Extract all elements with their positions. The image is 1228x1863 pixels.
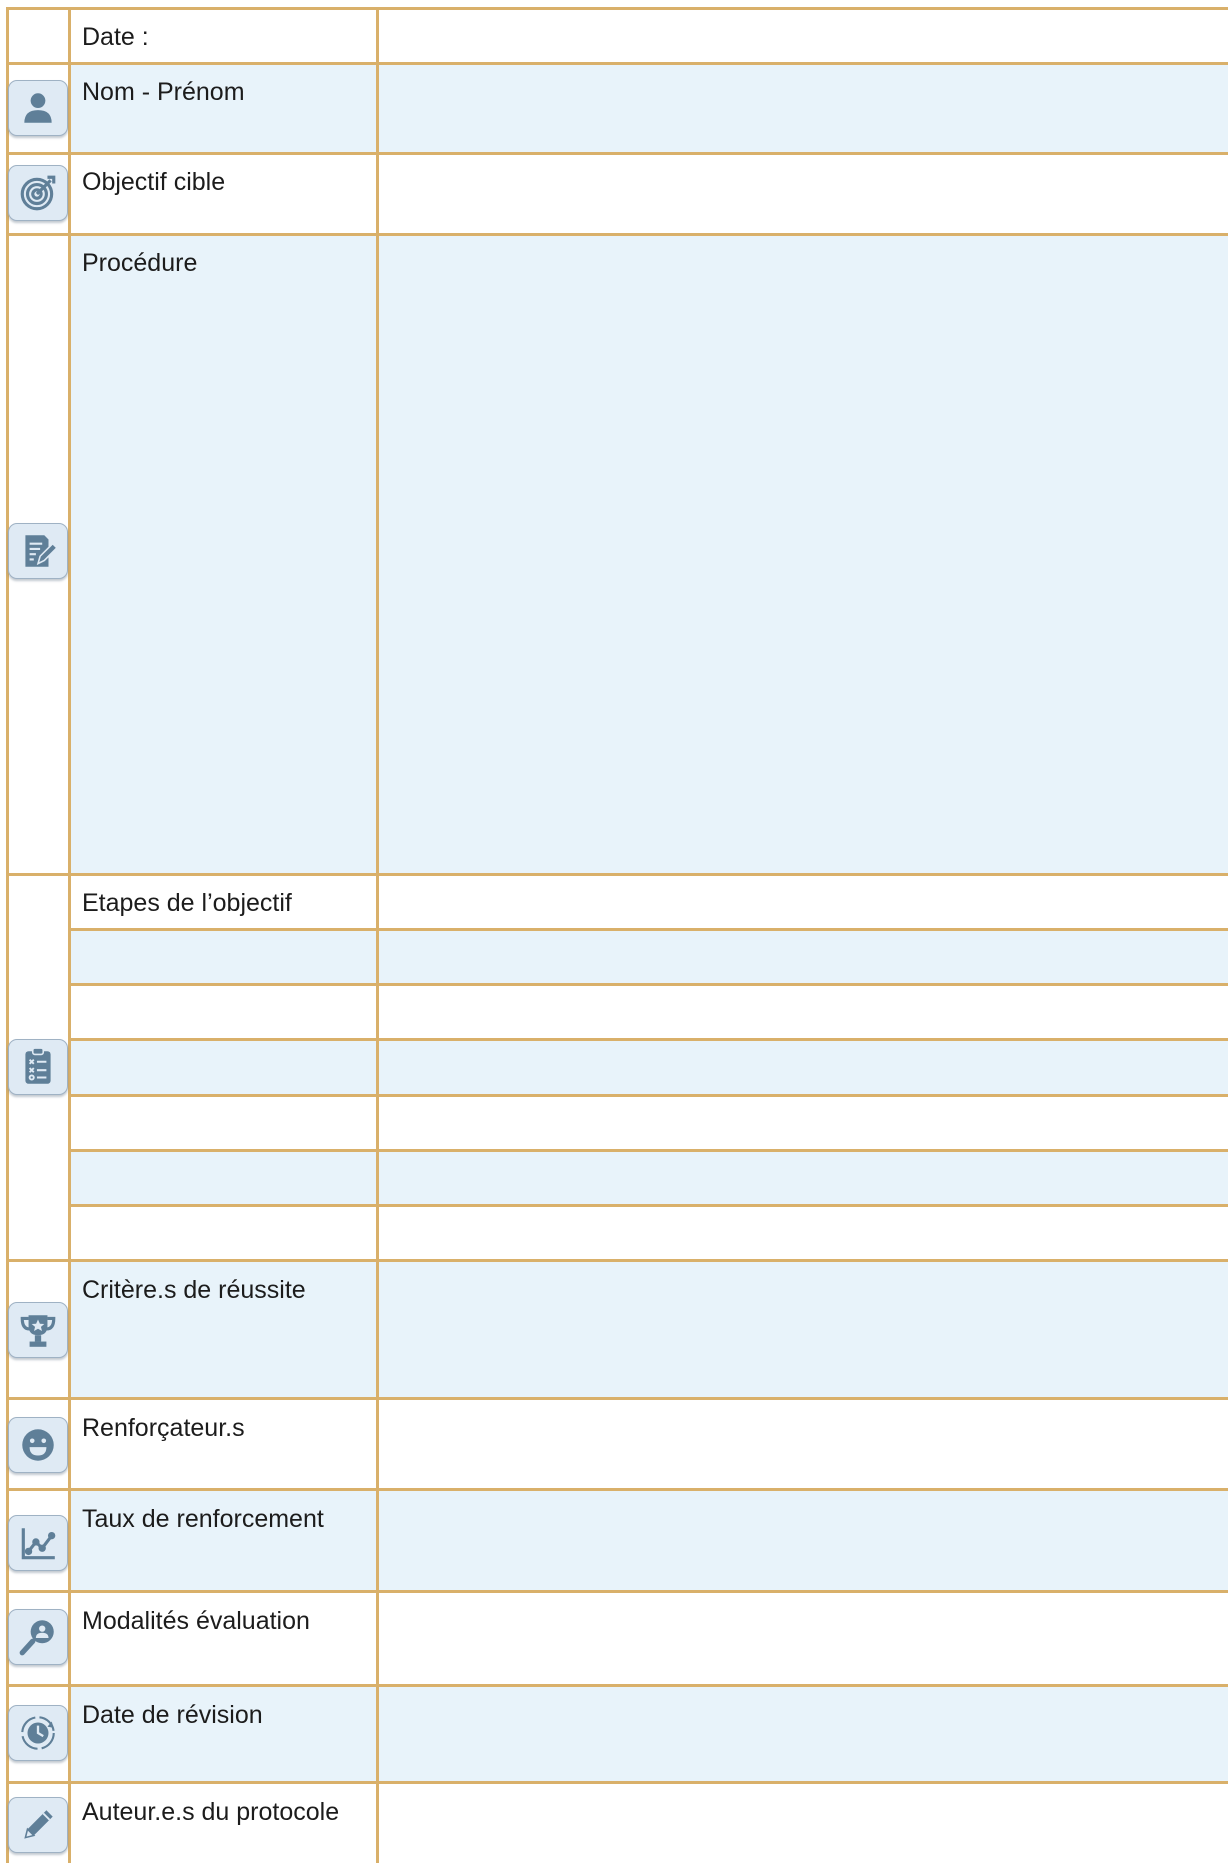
search-person-icon [8, 1609, 68, 1665]
criteres-label: Critère.s de réussite [82, 1276, 306, 1304]
etapes-step-cell[interactable] [71, 931, 1228, 983]
protocol-form: Date : Nom - Prénom Objectif cible Procé… [0, 0, 1228, 1863]
etapes-step-cell[interactable] [71, 1207, 1228, 1259]
date-revision-value-cell[interactable] [379, 1687, 1228, 1781]
procedure-value-cell[interactable] [379, 236, 1228, 873]
smiley-icon [8, 1417, 68, 1473]
objectif-cible-value-cell[interactable] [379, 155, 1228, 233]
person-icon [8, 80, 68, 136]
taux-label: Taux de renforcement [82, 1505, 324, 1533]
objectif-cible-label: Objectif cible [82, 168, 226, 196]
trophy-icon [8, 1302, 68, 1358]
date-value-cell[interactable] [379, 10, 1228, 62]
nom-prenom-label: Nom - Prénom [82, 78, 245, 106]
auteurs-label: Auteur.e.s du protocole [82, 1798, 340, 1826]
criteres-value-cell[interactable] [379, 1262, 1228, 1397]
renforcateurs-value-cell[interactable] [379, 1400, 1228, 1488]
procedure-label: Procédure [82, 249, 198, 277]
etapes-step-cell[interactable] [71, 1152, 1228, 1204]
line-chart-icon [8, 1515, 68, 1571]
modalites-label: Modalités évaluation [82, 1607, 310, 1635]
date-label: Date : [82, 23, 149, 51]
document-edit-icon [8, 523, 68, 579]
pencil-icon [8, 1797, 68, 1853]
taux-value-cell[interactable] [379, 1491, 1228, 1590]
grid-line-v [6, 7, 9, 1863]
etapes-label: Etapes de l’objectif [82, 889, 292, 917]
etapes-step-cell[interactable] [71, 986, 1228, 1038]
target-icon [8, 165, 68, 221]
auteurs-value-cell[interactable] [379, 1784, 1228, 1863]
etapes-value-cell[interactable] [379, 876, 1228, 928]
modalites-value-cell[interactable] [379, 1593, 1228, 1684]
etapes-step-cell[interactable] [71, 1041, 1228, 1094]
nom-prenom-value-cell[interactable] [379, 65, 1228, 152]
clock-cycle-icon [8, 1705, 68, 1761]
etapes-step-cell[interactable] [71, 1097, 1228, 1149]
renforcateurs-label: Renforçateur.s [82, 1414, 245, 1442]
checklist-icon [8, 1039, 68, 1095]
date-revision-label: Date de révision [82, 1701, 263, 1729]
